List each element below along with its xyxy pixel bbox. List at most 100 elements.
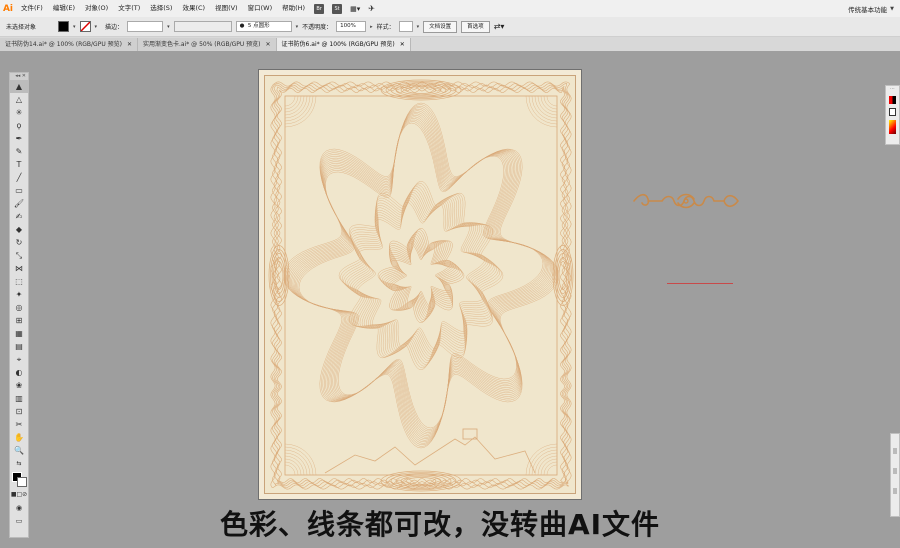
width-tool-icon[interactable]: ⋈ — [10, 262, 28, 275]
stroke-weight-field[interactable] — [127, 21, 164, 32]
shaper-tool-icon[interactable]: ✍ — [10, 210, 28, 223]
panel-grip-icon[interactable]: ⋯ — [886, 86, 899, 92]
close-icon[interactable]: ✕ — [127, 38, 132, 51]
red-line-path[interactable] — [667, 283, 733, 284]
ring-guilloche-line — [341, 184, 501, 367]
stroke-swatch[interactable] — [79, 21, 91, 32]
panel-icon-3[interactable] — [893, 488, 897, 494]
menu-help[interactable]: 帮助(H) — [277, 0, 310, 17]
arrange-documents-icon[interactable]: ▦▾ — [350, 5, 360, 13]
shape-builder-tool-icon[interactable]: ◎ — [10, 301, 28, 314]
variable-width-field[interactable] — [173, 21, 232, 32]
style-swatch[interactable] — [398, 21, 413, 32]
scroll-ornament[interactable] — [632, 191, 740, 211]
free-transform-tool-icon[interactable]: ⬚ — [10, 275, 28, 288]
brush-field[interactable]: ● 5 点圆形 — [235, 21, 292, 32]
gradient-tool-icon[interactable]: ▤ — [10, 340, 28, 353]
menu-edit[interactable]: 编辑(E) — [48, 0, 80, 17]
rotate-tool-icon[interactable]: ↻ — [10, 236, 28, 249]
scale-tool-icon[interactable]: ⤡ — [10, 249, 28, 262]
stroke-color-swatch[interactable] — [17, 477, 27, 487]
stock-icon[interactable]: St — [332, 3, 343, 14]
selection-tool-icon[interactable]: ▲ — [10, 80, 28, 93]
opacity-field[interactable]: 100% — [336, 21, 367, 32]
slice-tool-icon[interactable]: ✂ — [10, 418, 28, 431]
tools-panel-header[interactable]: ◂◂ ✕ — [10, 73, 28, 80]
star-guilloche-line — [286, 107, 556, 444]
corner-fan-line — [284, 95, 314, 125]
corner-fan-line — [284, 446, 314, 476]
color-mode-icons[interactable]: ■□⊘ — [10, 488, 28, 501]
menu-file[interactable]: 文件(F) — [16, 0, 48, 17]
swatches-icon[interactable] — [889, 96, 896, 104]
document-setup-button[interactable]: 文档设置 — [423, 20, 458, 33]
close-icon[interactable]: ✕ — [266, 38, 271, 51]
border-band-line — [270, 81, 572, 490]
style-chevron-icon[interactable]: ▾ — [417, 24, 420, 30]
bridge-icon[interactable]: Br — [314, 3, 325, 14]
panel-icon-2[interactable] — [893, 468, 897, 474]
menu-view[interactable]: 视图(V) — [210, 0, 243, 17]
flower-guilloche-line — [380, 230, 462, 321]
magic-wand-tool-icon[interactable]: ✳ — [10, 106, 28, 119]
type-tool-icon[interactable]: T — [10, 158, 28, 171]
stroke-weight-chevron-icon[interactable]: ▾ — [167, 24, 170, 30]
brush-chevron-icon[interactable]: ▾ — [296, 24, 299, 30]
style-label: 样式： — [376, 24, 395, 31]
fill-stroke-indicator[interactable] — [10, 470, 28, 488]
paintbrush-tool-icon[interactable]: 🖌 — [10, 197, 28, 210]
fill-swatch[interactable] — [58, 21, 70, 32]
zoom-tool-icon[interactable]: 🔍 — [10, 444, 28, 457]
guilloche-pattern — [268, 79, 574, 492]
artboard-tool-icon[interactable]: ⊡ — [10, 405, 28, 418]
blend-tool-icon[interactable]: ◐ — [10, 366, 28, 379]
eyedropper-tool-icon[interactable]: ⌖ — [10, 353, 28, 366]
gpu-performance-icon[interactable]: ✈ — [368, 4, 375, 13]
tab-document-1[interactable]: 证书防伪14.ai* @ 100% (RGB/GPU 预览) ✕ — [0, 38, 138, 51]
gradient-panel-icon[interactable] — [889, 120, 896, 134]
tab-document-2[interactable]: 实用渐变色卡.ai* @ 50% (RGB/GPU 预览) ✕ — [138, 38, 277, 51]
menu-effect[interactable]: 效果(C) — [177, 0, 210, 17]
panel-icon-1[interactable] — [893, 448, 897, 454]
screen-mode-icon[interactable]: ▭ — [10, 514, 28, 527]
pen-tool-icon[interactable]: ✒ — [10, 132, 28, 145]
flower-guilloche-line — [387, 238, 455, 313]
workspace-switcher[interactable]: 传统基本功能 ▼ — [848, 4, 894, 14]
puppet-warp-tool-icon[interactable]: ✦ — [10, 288, 28, 301]
preferences-button[interactable]: 首选项 — [461, 20, 490, 33]
app-logo: Ai — [2, 3, 14, 14]
perspective-tool-icon[interactable]: ⊞ — [10, 314, 28, 327]
menu-select[interactable]: 选择(S) — [145, 0, 177, 17]
border-band-line — [275, 86, 567, 485]
swap-colors-icon[interactable]: ⇆ — [10, 457, 28, 470]
drawing-mode-icon[interactable]: ◉ — [10, 501, 28, 514]
control-bar: 未选择对象 ▾ ▾ 描边： ▾ ● 5 点圆形 ▾ 不透明度： 100% ▸ 样… — [0, 17, 900, 37]
menu-object[interactable]: 对象(O) — [80, 0, 113, 17]
color-panel-collapsed[interactable]: ⋯ — [885, 85, 900, 145]
stroke-chevron-icon[interactable]: ▾ — [95, 24, 98, 30]
line-tool-icon[interactable]: ╱ — [10, 171, 28, 184]
corner-fan-line — [543, 95, 558, 110]
tab-document-3[interactable]: 证书防伪6.ai* @ 100% (RGB/GPU 预览) ✕ — [276, 38, 411, 51]
menu-window[interactable]: 窗口(W) — [243, 0, 278, 17]
opacity-chevron-icon[interactable]: ▸ — [370, 24, 373, 30]
lasso-tool-icon[interactable]: ϙ — [10, 119, 28, 132]
arrange-icon[interactable]: ⇄▾ — [494, 22, 505, 31]
fill-stroke-panel-icon[interactable] — [889, 108, 896, 116]
properties-panel-collapsed[interactable] — [890, 433, 900, 517]
direct-selection-tool-icon[interactable]: △ — [10, 93, 28, 106]
fill-chevron-icon[interactable]: ▾ — [73, 24, 76, 30]
artboard[interactable] — [258, 69, 582, 500]
hand-tool-icon[interactable]: ✋ — [10, 431, 28, 444]
crest-ornament-line — [395, 83, 447, 97]
close-icon[interactable]: ✕ — [400, 38, 405, 51]
symbol-sprayer-tool-icon[interactable]: ❀ — [10, 379, 28, 392]
rectangle-tool-icon[interactable]: ▭ — [10, 184, 28, 197]
menu-type[interactable]: 文字(T) — [113, 0, 145, 17]
column-graph-tool-icon[interactable]: ▥ — [10, 392, 28, 405]
mesh-tool-icon[interactable]: ▦ — [10, 327, 28, 340]
corner-fan-line — [284, 95, 296, 107]
certificate-artwork[interactable] — [264, 75, 576, 494]
eraser-tool-icon[interactable]: ◆ — [10, 223, 28, 236]
curvature-tool-icon[interactable]: ✎ — [10, 145, 28, 158]
